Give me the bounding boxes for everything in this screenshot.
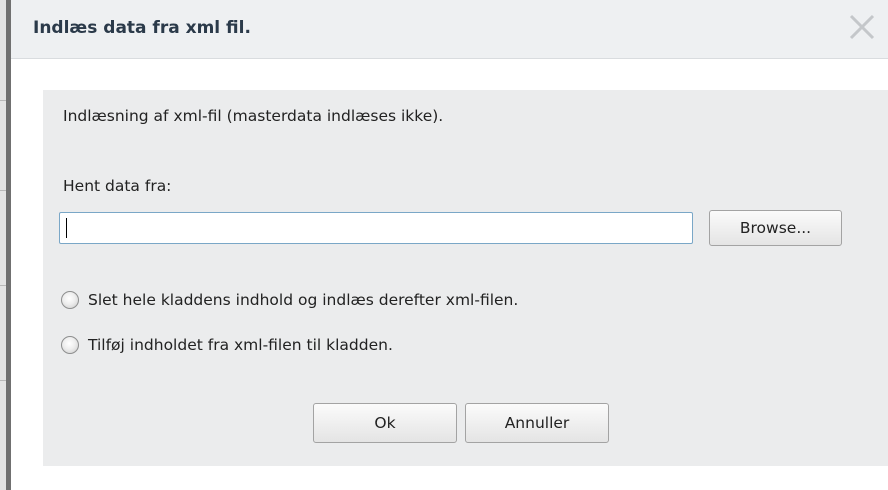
dialog-titlebar: Indlæs data fra xml fil.	[11, 0, 888, 59]
cancel-button[interactable]: Annuller	[465, 403, 609, 443]
dialog-body: Indlæsning af xml-fil (masterdata indlæs…	[43, 90, 888, 466]
dialog-bottom-margin	[11, 466, 888, 490]
import-xml-dialog: Indlæs data fra xml fil. Indlæsning af x…	[11, 0, 888, 490]
text-caret	[66, 218, 67, 238]
file-path-input[interactable]	[59, 212, 693, 244]
radio-button[interactable]	[61, 336, 79, 354]
background-window-edge	[0, 0, 11, 490]
option-replace-content[interactable]: Slet hele kladdens indhold og indlæs der…	[61, 288, 518, 312]
intro-text: Indlæsning af xml-fil (masterdata indlæs…	[63, 107, 444, 125]
option-label: Tilføj indholdet fra xml-filen til kladd…	[88, 336, 393, 354]
option-label: Slet hele kladdens indhold og indlæs der…	[88, 291, 519, 309]
radio-button[interactable]	[61, 291, 79, 309]
browse-button[interactable]: Browse...	[709, 210, 842, 246]
close-icon[interactable]	[847, 12, 877, 42]
ok-button[interactable]: Ok	[313, 403, 457, 443]
dialog-title: Indlæs data fra xml fil.	[33, 18, 251, 38]
file-label: Hent data fra:	[63, 177, 172, 195]
option-append-content[interactable]: Tilføj indholdet fra xml-filen til kladd…	[61, 333, 393, 357]
